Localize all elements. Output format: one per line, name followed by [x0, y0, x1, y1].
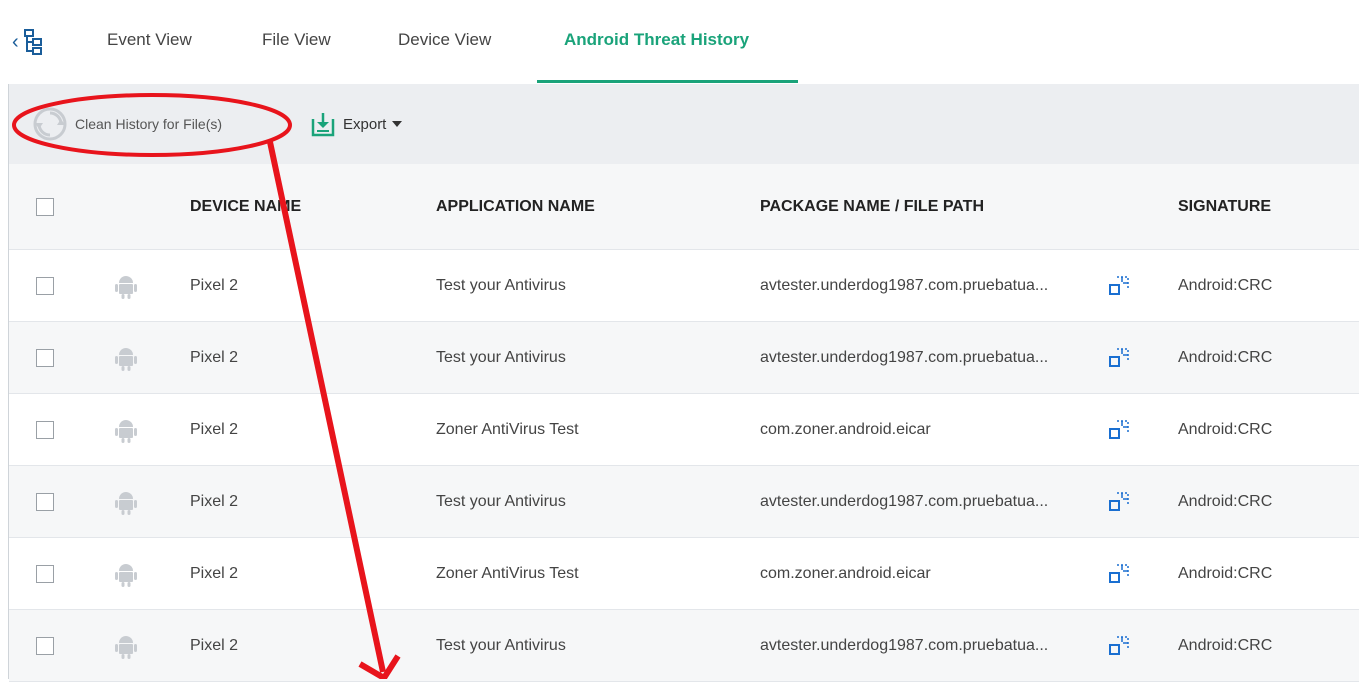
- android-icon: [115, 419, 137, 443]
- signature-cell: Android:CRC: [1178, 420, 1273, 438]
- android-icon: [115, 563, 137, 587]
- device-name-cell: Pixel 2: [190, 492, 239, 510]
- application-name-cell: Test your Antivirus: [436, 636, 566, 654]
- row-checkbox[interactable]: [36, 564, 54, 583]
- signature-cell: Android:CRC: [1178, 348, 1273, 366]
- column-header-signature[interactable]: SIGNATURE: [1178, 164, 1271, 249]
- android-icon: [115, 275, 137, 299]
- application-name-cell: Test your Antivirus: [436, 276, 566, 294]
- tab-android-threat-history[interactable]: Android Threat History: [564, 30, 749, 50]
- tab-device-view[interactable]: Device View: [398, 30, 491, 50]
- export-download-icon: [311, 113, 335, 137]
- tree-structure-icon: [23, 29, 42, 55]
- chevron-left-icon: ‹: [12, 31, 19, 53]
- table-header-row: DEVICE NAME APPLICATION NAME PACKAGE NAM…: [9, 164, 1359, 250]
- open-popup-icon[interactable]: [1108, 275, 1130, 297]
- android-icon: [115, 347, 137, 371]
- open-popup-icon[interactable]: [1108, 491, 1130, 513]
- signature-cell: Android:CRC: [1178, 564, 1273, 582]
- device-name-cell: Pixel 2: [190, 348, 239, 366]
- open-popup-icon[interactable]: [1108, 563, 1130, 585]
- table-row[interactable]: Pixel 2 Zoner AntiVirus Test com.zoner.a…: [9, 538, 1359, 610]
- package-name-cell: avtester.underdog1987.com.pruebatua...: [760, 492, 1049, 510]
- application-name-cell: Zoner AntiVirus Test: [436, 420, 579, 438]
- device-name-cell: Pixel 2: [190, 276, 239, 294]
- package-name-cell: avtester.underdog1987.com.pruebatua...: [760, 636, 1049, 654]
- device-name-cell: Pixel 2: [190, 420, 239, 438]
- row-checkbox[interactable]: [36, 636, 54, 655]
- tab-bar: ‹ Event View File View Device View Andro…: [0, 0, 1359, 84]
- select-all-checkbox[interactable]: [36, 197, 54, 216]
- package-name-cell: com.zoner.android.eicar: [760, 420, 931, 438]
- clean-history-label: Clean History for File(s): [75, 116, 223, 132]
- tab-event-view[interactable]: Event View: [107, 30, 192, 50]
- open-popup-icon[interactable]: [1108, 347, 1130, 369]
- row-checkbox[interactable]: [36, 492, 54, 511]
- signature-cell: Android:CRC: [1178, 276, 1273, 294]
- application-name-cell: Zoner AntiVirus Test: [436, 564, 579, 582]
- signature-cell: Android:CRC: [1178, 636, 1273, 654]
- threat-history-table: DEVICE NAME APPLICATION NAME PACKAGE NAM…: [9, 164, 1359, 682]
- package-name-cell: avtester.underdog1987.com.pruebatua...: [760, 276, 1049, 294]
- android-icon: [115, 635, 137, 659]
- row-checkbox[interactable]: [36, 348, 54, 367]
- row-checkbox[interactable]: [36, 276, 54, 295]
- application-name-cell: Test your Antivirus: [436, 348, 566, 366]
- android-icon: [115, 491, 137, 515]
- open-popup-icon[interactable]: [1108, 419, 1130, 441]
- package-name-cell: com.zoner.android.eicar: [760, 564, 931, 582]
- active-tab-indicator: [537, 80, 798, 83]
- table-row[interactable]: Pixel 2 Test your Antivirus avtester.und…: [9, 610, 1359, 682]
- export-button[interactable]: Export: [311, 84, 403, 164]
- toolbar: Clean History for File(s) Export: [9, 84, 1359, 164]
- open-popup-icon[interactable]: [1108, 635, 1130, 657]
- device-name-cell: Pixel 2: [190, 636, 239, 654]
- clean-history-button[interactable]: Clean History for File(s): [31, 84, 222, 164]
- column-header-device-name[interactable]: DEVICE NAME: [190, 164, 301, 249]
- device-name-cell: Pixel 2: [190, 564, 239, 582]
- signature-cell: Android:CRC: [1178, 492, 1273, 510]
- column-header-package-name[interactable]: PACKAGE NAME / FILE PATH: [760, 164, 984, 249]
- tab-file-view[interactable]: File View: [262, 30, 331, 50]
- package-name-cell: avtester.underdog1987.com.pruebatua...: [760, 348, 1049, 366]
- chevron-down-icon: [392, 121, 403, 127]
- clean-history-icon: [33, 107, 67, 141]
- row-checkbox[interactable]: [36, 420, 54, 439]
- table-row[interactable]: Pixel 2 Test your Antivirus avtester.und…: [9, 322, 1359, 394]
- table-row[interactable]: Pixel 2 Zoner AntiVirus Test com.zoner.a…: [9, 394, 1359, 466]
- tree-toggle-button[interactable]: ‹: [12, 22, 60, 62]
- export-label: Export: [343, 115, 387, 133]
- table-row[interactable]: Pixel 2 Test your Antivirus avtester.und…: [9, 466, 1359, 538]
- column-header-application-name[interactable]: APPLICATION NAME: [436, 164, 595, 249]
- application-name-cell: Test your Antivirus: [436, 492, 566, 510]
- table-row[interactable]: Pixel 2 Test your Antivirus avtester.und…: [9, 250, 1359, 322]
